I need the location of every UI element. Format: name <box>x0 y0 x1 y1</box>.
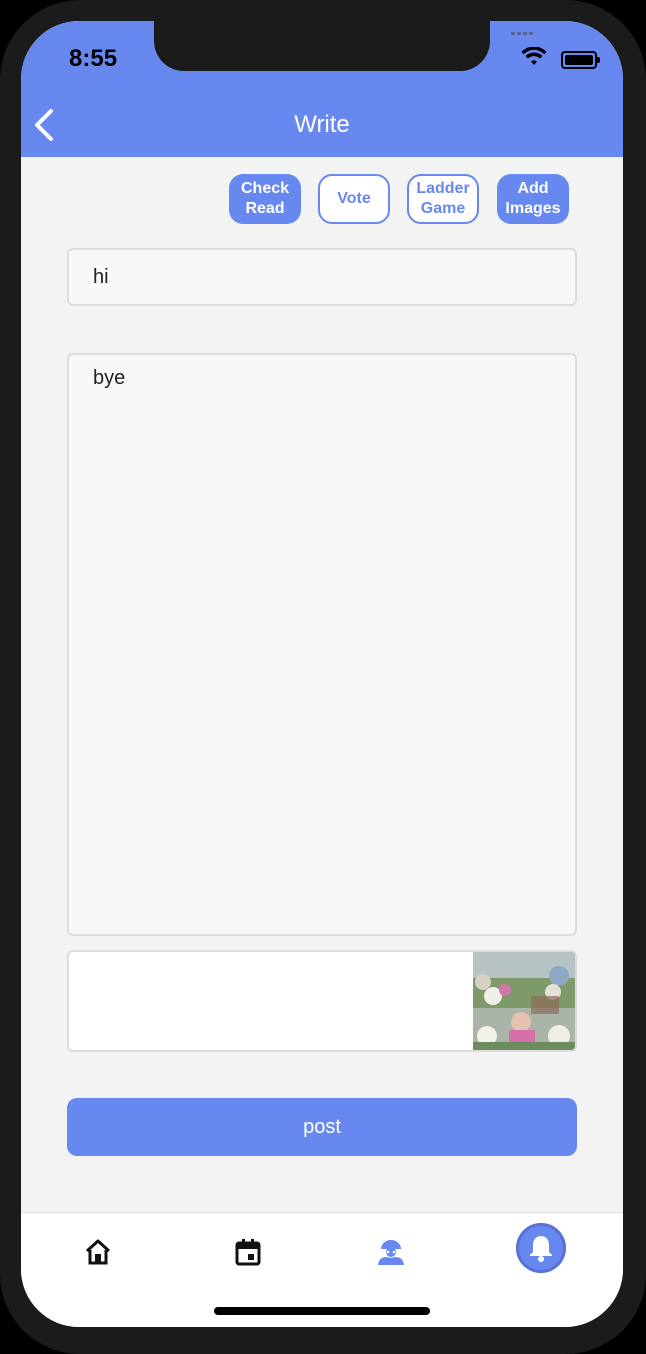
calendar-icon <box>235 1239 261 1266</box>
attached-image-thumbnail[interactable] <box>473 952 575 1050</box>
check-read-button[interactable]: Check Read <box>229 174 301 224</box>
tab-calendar[interactable] <box>223 1227 273 1277</box>
post-button-label: post <box>303 1115 341 1138</box>
header-bar: 8:55 Write <box>21 21 623 157</box>
status-time: 8:55 <box>69 45 118 72</box>
home-indicator <box>214 1307 430 1315</box>
phone-frame: 8:55 Write Check Read Vote Ladder Game A… <box>0 0 646 1354</box>
bell-icon <box>530 1236 552 1262</box>
screen: 8:55 Write Check Read Vote Ladder Game A… <box>21 21 623 1327</box>
tab-profile[interactable] <box>366 1227 416 1277</box>
body-textarea[interactable]: bye <box>67 353 577 936</box>
title-input[interactable]: hi <box>67 248 577 306</box>
vote-label: Vote <box>337 190 371 207</box>
notch <box>154 21 490 71</box>
page-title: Write <box>294 111 350 138</box>
image-attachments <box>67 950 577 1052</box>
add-images-button[interactable]: Add Images <box>497 174 569 224</box>
add-images-label-2: Images <box>505 200 561 217</box>
body-textarea-value: bye <box>93 367 126 389</box>
ladder-game-button[interactable]: Ladder Game <box>407 174 479 224</box>
profile-icon <box>378 1240 404 1265</box>
add-images-label-1: Add <box>517 180 549 197</box>
title-input-value: hi <box>93 266 109 288</box>
home-icon <box>85 1239 111 1265</box>
photo-image <box>473 952 575 1050</box>
wifi-icon <box>521 47 547 65</box>
signal-icon <box>511 29 539 35</box>
battery-icon <box>561 51 600 69</box>
post-button[interactable]: post <box>67 1098 577 1156</box>
check-read-label-1: Check <box>240 180 290 197</box>
tab-notifications[interactable] <box>516 1223 566 1273</box>
ladder-game-label-1: Ladder <box>416 180 470 197</box>
check-read-label-2: Read <box>245 200 285 217</box>
vote-button[interactable]: Vote <box>318 174 390 224</box>
tab-home[interactable] <box>73 1227 123 1277</box>
ladder-game-label-2: Game <box>420 200 466 217</box>
